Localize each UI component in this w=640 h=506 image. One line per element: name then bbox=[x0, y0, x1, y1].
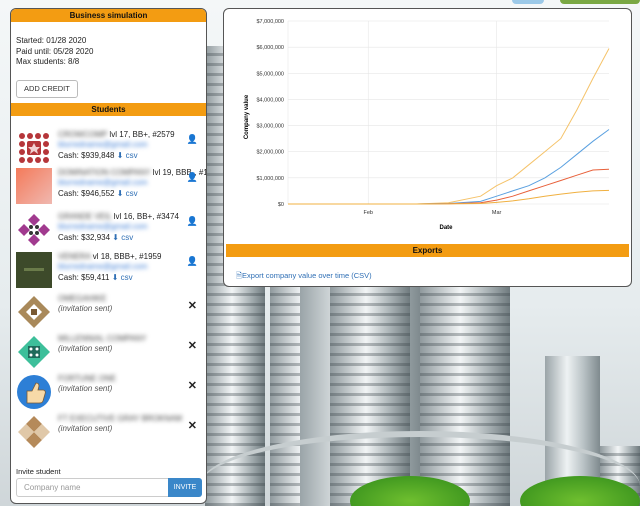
student-name: VENERA bbox=[58, 251, 91, 261]
download-icon: ⬇ bbox=[112, 232, 119, 242]
invitation-status: (invitation sent) bbox=[58, 384, 113, 393]
student-avatar bbox=[16, 167, 52, 204]
export-csv-link[interactable]: 🗎Export company value over time (CSV) bbox=[236, 270, 372, 283]
student-meta: lvl 19, BBB-, #1351 bbox=[152, 167, 207, 177]
download-csv-link[interactable]: ⬇ csv bbox=[112, 233, 133, 242]
student-cash: Cash: $32,934 bbox=[58, 232, 111, 242]
y-axis-label: Company value bbox=[244, 94, 250, 139]
invite-form: INVITE bbox=[16, 478, 202, 497]
remove-user-icon[interactable]: 👤 bbox=[187, 172, 198, 183]
thumbs-up-icon bbox=[17, 374, 51, 409]
y-tick-label: $6,000,000 bbox=[256, 45, 284, 51]
y-tick-label: $3,000,000 bbox=[256, 124, 284, 130]
student-meta: vl 18, BBB+, #1959 bbox=[92, 251, 162, 261]
invited-name: FORTUNE ONE bbox=[58, 373, 117, 383]
download-icon: ⬇ bbox=[111, 272, 119, 282]
simulation-info: Started: 01/28 2020 Paid until: 05/28 20… bbox=[11, 22, 206, 68]
download-icon: ⬇ bbox=[116, 188, 124, 198]
student-name: DOMINATION COMPANY bbox=[58, 167, 151, 177]
student-meta: lvl 17, BB+, #2579 bbox=[109, 129, 175, 139]
student-avatar bbox=[16, 129, 52, 166]
invited-avatar bbox=[16, 413, 52, 450]
invitation-status: (invitation sent) bbox=[58, 304, 113, 313]
download-icon: ⬇ bbox=[116, 150, 124, 160]
series-line bbox=[288, 129, 610, 205]
invited-name: OMEGAHIKE bbox=[58, 293, 107, 303]
y-tick-label: $0 bbox=[278, 202, 284, 208]
max-students: Max students: 8/8 bbox=[16, 57, 80, 66]
download-csv-link[interactable]: ⬇ csv bbox=[112, 273, 133, 282]
student-email[interactable]: blurredname@gmail.com bbox=[58, 140, 188, 151]
invited-avatar bbox=[16, 333, 52, 370]
cancel-invite-icon[interactable]: ✕ bbox=[188, 299, 197, 312]
cancel-invite-icon[interactable]: ✕ bbox=[188, 339, 197, 352]
student-avatar bbox=[16, 211, 52, 248]
company-name-input[interactable] bbox=[16, 478, 168, 497]
x-axis-label: Date bbox=[439, 225, 453, 231]
cancel-invite-icon[interactable]: ✕ bbox=[188, 379, 197, 392]
simulation-panel: Business simulation Started: 01/28 2020 … bbox=[10, 8, 207, 504]
x-tick-label: Feb bbox=[364, 210, 373, 216]
invited-name: FT EXECUTIVE GRAY BROKNAM bbox=[58, 413, 183, 423]
y-tick-label: $5,000,000 bbox=[256, 71, 284, 77]
company-value-chart: $0 $1,000,000 $2,000,000 $3,000,000 $4,000,0… bbox=[244, 19, 610, 231]
students-list: CROWCOMP lvl 17, BB+, #2579 blurredname@… bbox=[11, 116, 206, 456]
student-name: GRANDE VEIL bbox=[58, 211, 112, 221]
y-tick-label: $4,000,000 bbox=[256, 97, 284, 103]
invite-label: Invite student bbox=[16, 467, 61, 476]
invited-row: OMEGAHIKE (invitation sent) ✕ bbox=[16, 293, 202, 330]
exports-title: Exports bbox=[226, 244, 629, 257]
y-tick-label: $2,000,000 bbox=[256, 150, 284, 156]
student-email[interactable]: blurredname@gmail.com bbox=[58, 178, 188, 189]
paid-until-date: Paid until: 05/28 2020 bbox=[16, 46, 94, 56]
x-tick-label: Mar bbox=[492, 210, 502, 216]
download-csv-link[interactable]: ⬇ csv bbox=[117, 151, 138, 160]
student-avatar bbox=[16, 251, 52, 288]
remove-user-icon[interactable]: 👤 bbox=[187, 216, 198, 227]
invite-button[interactable]: INVITE bbox=[168, 478, 202, 497]
chart-panel: $0 $1,000,000 $2,000,000 $3,000,000 $4,000,0… bbox=[223, 8, 632, 287]
invited-name: MILLENNIAL COMPANY bbox=[58, 333, 147, 343]
cancel-invite-icon[interactable]: ✕ bbox=[188, 419, 197, 432]
series-line bbox=[288, 168, 610, 205]
student-name: CROWCOMP bbox=[58, 129, 108, 139]
started-date: Started: 01/28 2020 bbox=[16, 36, 87, 45]
invited-row: FORTUNE ONE (invitation sent) ✕ bbox=[16, 374, 202, 410]
student-cash: Cash: $946,552 bbox=[58, 188, 115, 198]
students-title: Students bbox=[11, 102, 206, 116]
remove-user-icon[interactable]: 👤 bbox=[187, 134, 198, 145]
download-csv-link[interactable]: ⬇ csv bbox=[117, 189, 138, 198]
remove-user-icon[interactable]: 👤 bbox=[187, 256, 198, 267]
invitation-status: (invitation sent) bbox=[58, 424, 113, 433]
invited-row: FT EXECUTIVE GRAY BROKNAM (invitation se… bbox=[16, 413, 202, 450]
student-email[interactable]: blurredname@gmail.com bbox=[58, 262, 188, 273]
invitation-status: (invitation sent) bbox=[58, 344, 113, 353]
student-meta: lvl 16, BB+, #3474 bbox=[113, 211, 179, 221]
invited-row: MILLENNIAL COMPANY (invitation sent) ✕ bbox=[16, 333, 202, 370]
series-line bbox=[288, 189, 610, 205]
y-tick-label: $7,000,000 bbox=[256, 19, 284, 25]
panel-title: Business simulation bbox=[11, 9, 206, 22]
add-credit-button[interactable]: ADD CREDIT bbox=[16, 79, 78, 98]
y-tick-label: $1,000,000 bbox=[256, 176, 284, 182]
invited-avatar bbox=[16, 293, 52, 330]
student-cash: Cash: $59,411 bbox=[58, 272, 110, 282]
student-cash: Cash: $939,848 bbox=[58, 150, 115, 160]
student-email[interactable]: blurredname@gmail.com bbox=[58, 222, 188, 233]
